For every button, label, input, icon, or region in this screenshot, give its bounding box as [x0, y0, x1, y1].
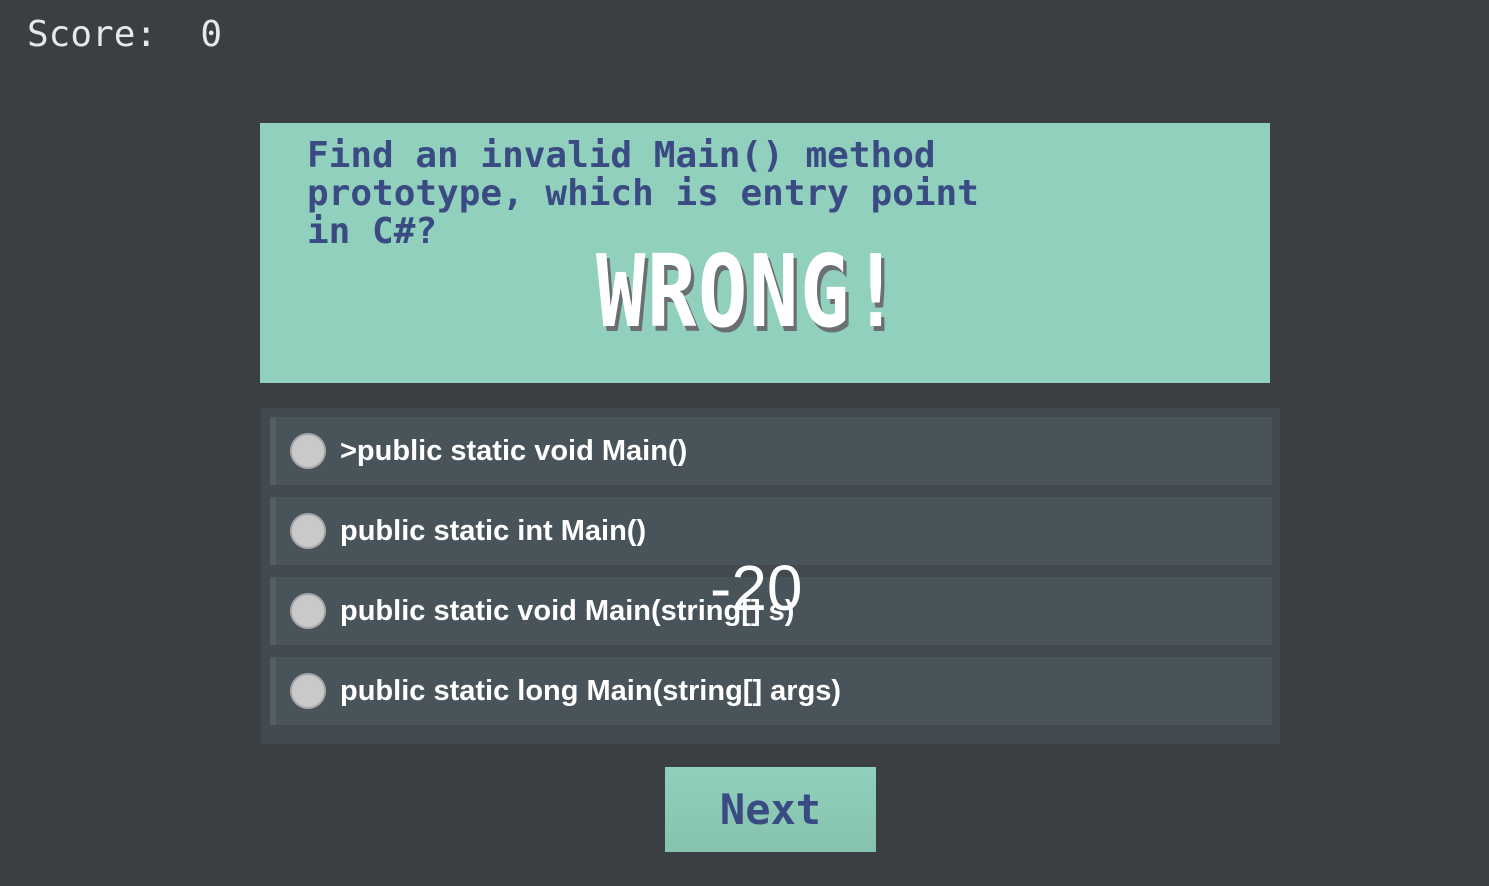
answer-option-label: >public static void Main() [340, 435, 688, 467]
score-penalty-popup: -20 [710, 552, 803, 624]
radio-button[interactable] [290, 673, 326, 709]
score-value: 0 [200, 14, 223, 55]
radio-button[interactable] [290, 593, 326, 629]
radio-button[interactable] [290, 433, 326, 469]
score-label: Score: [27, 14, 158, 55]
result-banner: WRONG! [596, 233, 903, 350]
next-button[interactable]: Next [665, 767, 876, 852]
radio-button[interactable] [290, 513, 326, 549]
answer-option-label: public static int Main() [340, 515, 647, 547]
answer-option-1[interactable]: >public static void Main() [270, 417, 1272, 485]
answer-option-4[interactable]: public static long Main(string[] args) [270, 657, 1272, 725]
question-panel: Find an invalid Main() method prototype,… [260, 123, 1270, 383]
answer-option-label: public static long Main(string[] args) [340, 675, 842, 707]
score-display: Score: 0 [27, 14, 222, 55]
